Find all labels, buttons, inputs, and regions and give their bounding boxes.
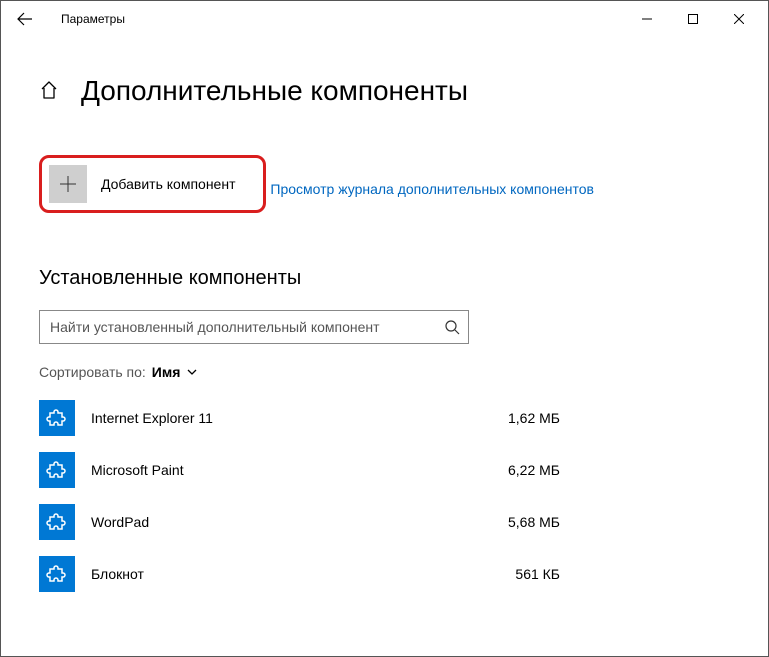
installed-list: Internet Explorer 11 1,62 МБ Microsoft P…	[39, 392, 730, 600]
search-placeholder: Найти установленный дополнительный компо…	[50, 319, 444, 335]
feature-name: Microsoft Paint	[91, 462, 184, 478]
feature-size: 6,22 МБ	[508, 462, 730, 478]
feature-size: 5,68 МБ	[508, 514, 730, 530]
list-item[interactable]: Internet Explorer 11 1,62 МБ	[39, 392, 730, 444]
plus-icon-box	[49, 165, 87, 203]
chevron-down-icon	[186, 366, 198, 378]
feature-size: 1,62 МБ	[508, 410, 730, 426]
titlebar: Параметры	[1, 1, 768, 37]
feature-name: Блокнот	[91, 566, 144, 582]
close-icon	[734, 14, 744, 24]
puzzle-icon	[45, 562, 69, 586]
feature-name: Internet Explorer 11	[91, 410, 213, 426]
sort-dropdown[interactable]: Сортировать по: Имя	[39, 364, 730, 380]
add-feature-label: Добавить компонент	[101, 176, 235, 192]
feature-icon	[39, 556, 75, 592]
minimize-button[interactable]	[624, 1, 670, 37]
sort-label: Сортировать по:	[39, 364, 146, 380]
page-title: Дополнительные компоненты	[81, 75, 468, 107]
search-input[interactable]: Найти установленный дополнительный компо…	[39, 310, 469, 344]
back-arrow-icon	[17, 11, 33, 27]
puzzle-icon	[45, 510, 69, 534]
home-icon	[39, 80, 59, 100]
window-controls	[624, 1, 762, 37]
home-button[interactable]	[39, 80, 59, 103]
list-item[interactable]: Microsoft Paint 6,22 МБ	[39, 444, 730, 496]
window-title: Параметры	[61, 12, 125, 26]
puzzle-icon	[45, 458, 69, 482]
close-button[interactable]	[716, 1, 762, 37]
feature-icon	[39, 452, 75, 488]
list-item[interactable]: WordPad 5,68 МБ	[39, 496, 730, 548]
sort-value: Имя	[152, 364, 181, 380]
list-item[interactable]: Блокнот 561 КБ	[39, 548, 730, 600]
feature-size: 561 КБ	[515, 566, 730, 582]
feature-icon	[39, 400, 75, 436]
content-area: Дополнительные компоненты Добавить компо…	[1, 37, 768, 600]
minimize-icon	[642, 14, 652, 24]
add-feature-button[interactable]: Добавить компонент	[39, 155, 266, 213]
maximize-icon	[688, 14, 698, 24]
add-section: Добавить компонент Просмотр журнала допо…	[39, 155, 730, 213]
feature-icon	[39, 504, 75, 540]
search-icon	[444, 319, 460, 335]
puzzle-icon	[45, 406, 69, 430]
back-button[interactable]	[7, 1, 43, 37]
history-link[interactable]: Просмотр журнала дополнительных компонен…	[270, 181, 594, 197]
plus-icon	[58, 174, 78, 194]
maximize-button[interactable]	[670, 1, 716, 37]
feature-name: WordPad	[91, 514, 149, 530]
page-header: Дополнительные компоненты	[39, 75, 730, 107]
installed-section-label: Установленные компоненты	[39, 267, 730, 290]
